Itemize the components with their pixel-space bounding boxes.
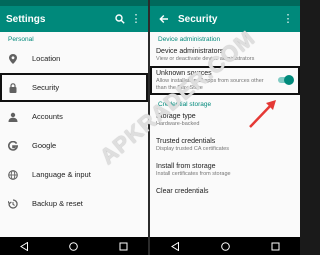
overflow-menu-icon[interactable]: ⋮ <box>282 12 294 26</box>
settings-title: Settings <box>6 13 46 25</box>
back-nav-icon[interactable] <box>170 241 180 251</box>
item-summary: Display trusted CA certificates <box>156 146 230 152</box>
nav-bar <box>0 237 148 255</box>
item-title: Clear credentials <box>156 188 209 195</box>
section-header-personal: Personal <box>8 36 34 43</box>
back-arrow-icon[interactable] <box>158 12 170 26</box>
item-summary: Install certificates from storage <box>156 171 231 177</box>
settings-item-label: Google <box>32 141 57 150</box>
settings-item-security[interactable]: Security <box>0 73 148 102</box>
settings-item-language[interactable]: Language & input <box>0 160 148 189</box>
settings-item-backup[interactable]: Backup & reset <box>0 189 148 218</box>
globe-icon <box>8 169 18 180</box>
security-title: Security <box>178 13 218 25</box>
account-icon <box>8 112 18 122</box>
security-app-bar: Security ⋮ <box>150 6 300 32</box>
home-nav-icon[interactable] <box>69 241 79 251</box>
trusted-credentials-item[interactable]: Trusted credentials Display trusted CA c… <box>150 131 300 156</box>
lock-icon <box>8 82 18 93</box>
nav-bar <box>150 237 300 255</box>
google-icon <box>8 140 18 151</box>
recents-nav-icon[interactable] <box>270 241 280 251</box>
settings-screen: Settings ⋮ Personal Location Security Ac… <box>0 0 148 255</box>
settings-app-bar: Settings ⋮ <box>0 6 148 32</box>
settings-item-location[interactable]: Location <box>0 44 148 73</box>
settings-item-label: Backup & reset <box>32 199 83 208</box>
settings-item-label: Accounts <box>32 112 63 121</box>
item-summary: Allow installation of apps from sources … <box>156 78 264 91</box>
unknown-sources-item[interactable]: Unknown sources Allow installation of ap… <box>150 66 300 95</box>
settings-item-label: Security <box>32 83 60 92</box>
item-title: Device administrators <box>156 48 224 55</box>
install-from-storage-item[interactable]: Install from storage Install certificate… <box>150 156 300 181</box>
backup-icon <box>8 198 18 209</box>
settings-item-google[interactable]: Google <box>0 131 148 160</box>
settings-item-label: Location <box>32 54 61 63</box>
overflow-menu-icon[interactable]: ⋮ <box>130 12 142 26</box>
item-title: Unknown sources <box>156 70 212 77</box>
device-administrators-item[interactable]: Device administrators View or deactivate… <box>150 44 300 66</box>
toggle-knob <box>284 75 294 85</box>
search-icon[interactable] <box>114 12 126 26</box>
clear-credentials-item[interactable]: Clear credentials <box>150 181 300 199</box>
location-pin-icon <box>8 53 18 64</box>
item-title: Install from storage <box>156 163 216 170</box>
home-nav-icon[interactable] <box>220 241 230 251</box>
back-nav-icon[interactable] <box>20 241 30 251</box>
section-header-device-admin: Device administration <box>158 36 221 43</box>
annotation-arrow-icon <box>249 100 276 128</box>
item-summary: View or deactivate device administrators <box>156 56 255 62</box>
item-title: Trusted credentials <box>156 138 216 145</box>
settings-item-label: Language & input <box>32 170 91 179</box>
unknown-sources-toggle[interactable] <box>278 75 294 85</box>
settings-item-accounts[interactable]: Accounts <box>0 102 148 131</box>
recents-nav-icon[interactable] <box>118 241 128 251</box>
